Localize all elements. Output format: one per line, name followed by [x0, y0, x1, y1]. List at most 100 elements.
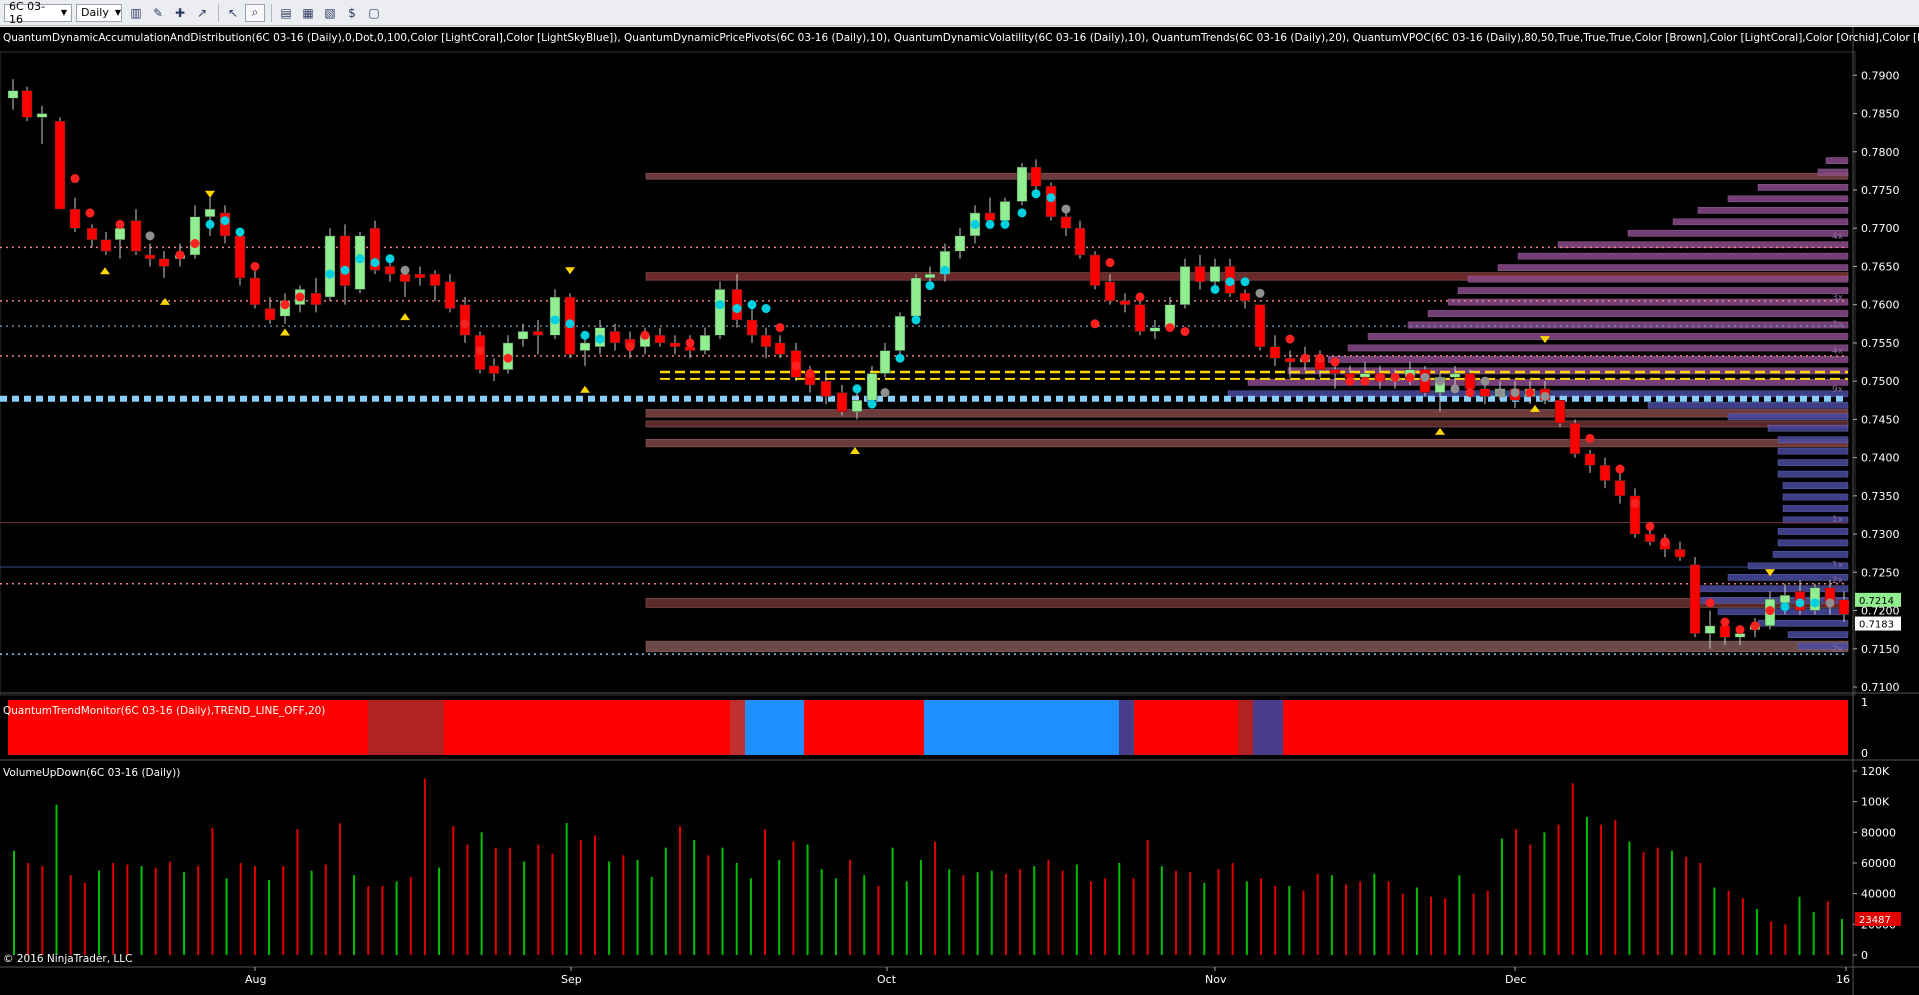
- strategy-icon[interactable]: ↗: [192, 4, 212, 22]
- cursor-icon[interactable]: ↖: [223, 4, 243, 22]
- bear-candle: [1104, 281, 1116, 302]
- volatility-dot: [747, 300, 757, 310]
- volatility-dot: [640, 330, 650, 340]
- window-icon[interactable]: ▢: [364, 4, 384, 22]
- bear-candle: [444, 281, 456, 309]
- bear-candle: [100, 239, 112, 252]
- vpoc-zone: [645, 640, 1849, 653]
- volatility-dot: [250, 261, 260, 271]
- trend-segment: [444, 700, 730, 755]
- bull-candle: [1704, 625, 1716, 634]
- volume-profile-bar: [1772, 551, 1849, 558]
- bar-type-icon[interactable]: ▥: [126, 4, 146, 22]
- volume-profile-bar: [1727, 413, 1849, 421]
- volatility-dot: [1810, 598, 1820, 608]
- vpoc-marker-label: 2x: [1832, 645, 1844, 655]
- volatility-dot: [355, 254, 365, 264]
- date-axis-label: Aug: [245, 973, 266, 986]
- volatility-dot: [1135, 292, 1145, 302]
- chart-properties-icon[interactable]: ▦: [298, 4, 318, 22]
- volatility-dot: [460, 319, 470, 329]
- volume-tick-label: 60000: [1861, 857, 1896, 870]
- ninjatrader-chart-window: 6C 03-16 ▼ Daily ▼ ▥ ✎ ✚ ↗ ↖ ⌕ ▤ ▦ ▧ $ ▢…: [0, 0, 1919, 995]
- bear-candle: [488, 365, 500, 374]
- volatility-dot: [370, 258, 380, 268]
- trend-segment: [1134, 700, 1238, 755]
- volume-profile-bar: [1777, 528, 1849, 535]
- volume-profile-bar: [1347, 344, 1849, 352]
- bear-candle: [1479, 388, 1491, 397]
- volatility-dot: [761, 304, 771, 314]
- bull-candle: [699, 335, 711, 351]
- bear-candle: [1644, 533, 1656, 542]
- bear-candle: [1838, 599, 1850, 615]
- bear-candle: [1614, 480, 1626, 497]
- trend-tick-label: 0: [1861, 747, 1868, 760]
- price-tick-label: 0.7450: [1861, 413, 1900, 426]
- toolbar-separator: [218, 3, 219, 22]
- vpoc-marker-label: 4x: [1832, 232, 1844, 242]
- pivot-high-triangle: [205, 190, 215, 198]
- vpoc-marker-label: 9x: [1832, 385, 1844, 395]
- current-volume-tag-label: 23487: [1859, 915, 1891, 926]
- bull-candle: [894, 315, 906, 351]
- period-selector[interactable]: Daily ▼: [76, 3, 122, 22]
- pivot-low-triangle: [400, 313, 410, 321]
- trend-segment: [1283, 700, 1848, 755]
- volatility-dot: [1360, 376, 1370, 386]
- volume-profile-bar: [1767, 424, 1849, 432]
- time-frame-icon[interactable]: ▧: [320, 4, 340, 22]
- bear-candle: [1239, 292, 1251, 302]
- bear-candle: [384, 266, 396, 275]
- volatility-dot: [1660, 537, 1670, 547]
- volatility-dot: [1375, 372, 1385, 382]
- price-tick-label: 0.7850: [1861, 108, 1900, 121]
- pivot-low-triangle: [580, 385, 590, 393]
- price-tick-label: 0.7150: [1861, 643, 1900, 656]
- volatility-dot: [1705, 598, 1715, 608]
- volatility-dot: [1105, 258, 1115, 268]
- pivot-low-triangle: [100, 267, 110, 275]
- bull-candle: [866, 373, 878, 401]
- volatility-dot: [1225, 277, 1235, 287]
- volume-profile-bar: [1647, 401, 1849, 409]
- price-tick-label: 0.7900: [1861, 69, 1900, 82]
- trend-segment: [745, 700, 804, 755]
- volatility-dot: [1435, 376, 1445, 386]
- bull-candle: [924, 273, 936, 279]
- bull-candle: [114, 227, 126, 240]
- volume-profile-bar: [1777, 436, 1849, 444]
- trend-panel-indicator-label: QuantumTrendMonitor(6C 03-16 (Daily),TRE…: [3, 705, 326, 717]
- volume-profile-bar: [1517, 252, 1849, 260]
- chart-canvas[interactable]: 0.7900 0.7850 0.7800 0.7750 0.7700 0.7650 0.76…: [0, 27, 1919, 995]
- bear-candle: [836, 392, 848, 412]
- data-box-icon[interactable]: ▤: [276, 4, 296, 22]
- volatility-dot: [880, 388, 890, 398]
- volatility-dot: [1180, 326, 1190, 336]
- volatility-dot: [1465, 388, 1475, 398]
- volatility-dot: [475, 346, 485, 356]
- bear-candle: [1464, 373, 1476, 390]
- current-price-tag-label: 0.7214: [1859, 596, 1894, 607]
- volatility-dot: [985, 219, 995, 229]
- zoom-icon[interactable]: ⌕: [245, 3, 265, 22]
- bear-candle: [746, 319, 758, 336]
- vpoc-marker-label: 2x: [1832, 320, 1844, 330]
- money-icon[interactable]: $: [342, 4, 362, 22]
- volume-profile-bar: [1777, 447, 1849, 455]
- bear-candle: [760, 335, 772, 347]
- bear-candle: [399, 273, 411, 282]
- instrument-selector[interactable]: 6C 03-16 ▼: [4, 0, 72, 26]
- volatility-dot: [1046, 193, 1056, 203]
- bear-candle: [1089, 254, 1101, 286]
- volatility-dot: [1090, 319, 1100, 329]
- volume-profile-bar: [1247, 379, 1849, 386]
- draw-pencil-icon[interactable]: ✎: [148, 4, 168, 22]
- add-indicator-icon[interactable]: ✚: [170, 4, 190, 22]
- volatility-dot: [1210, 284, 1220, 294]
- volatility-dot: [625, 342, 635, 352]
- chevron-down-icon: ▼: [60, 8, 67, 17]
- volume-profile-bar: [1817, 168, 1849, 176]
- bear-candle: [1674, 549, 1686, 558]
- bull-candle: [517, 331, 529, 340]
